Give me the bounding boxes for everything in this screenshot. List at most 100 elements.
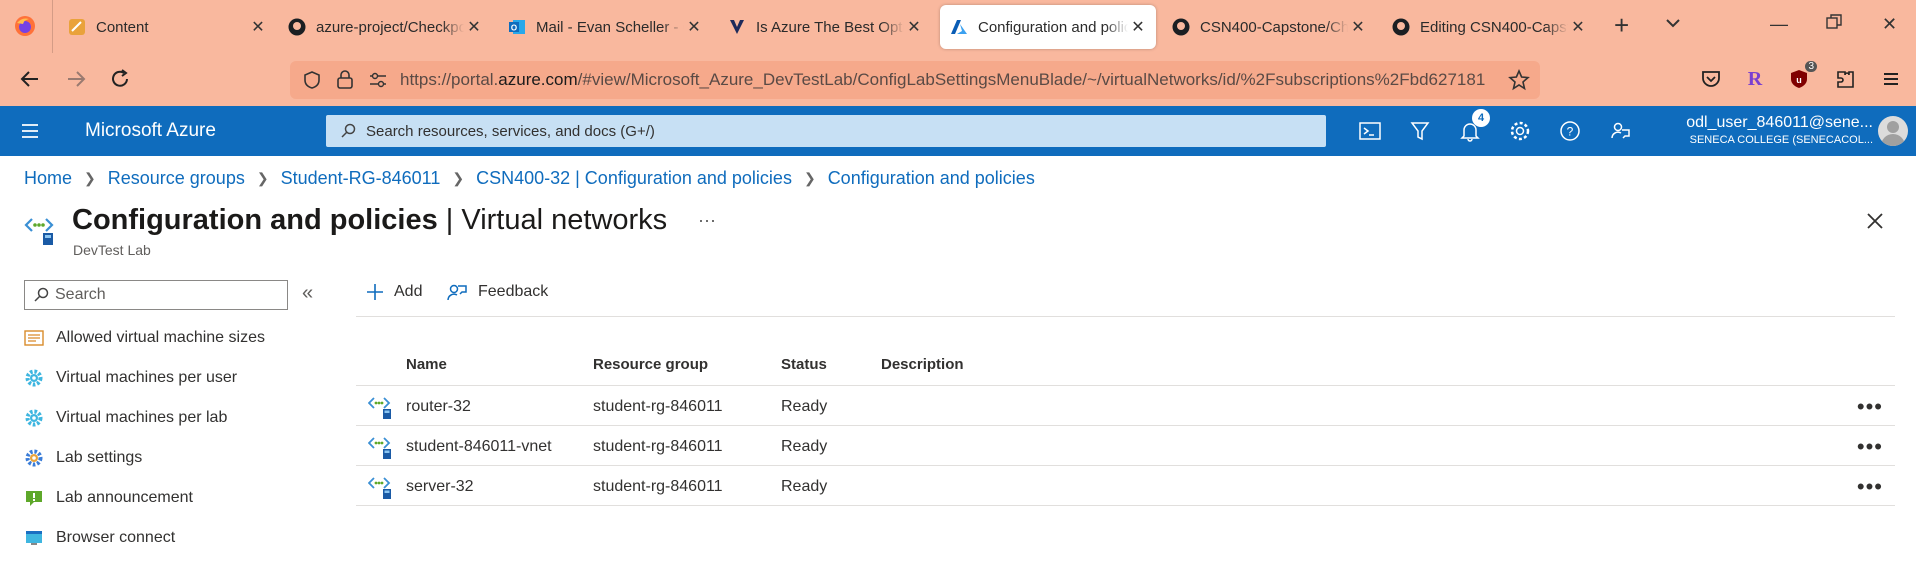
browser-tab-azure-project[interactable]: azure-project/Checkpoint ✕	[288, 5, 484, 49]
extensions-icon[interactable]	[1831, 65, 1859, 93]
more-actions-button[interactable]: ···	[698, 210, 716, 231]
row-more-button[interactable]: •••	[1857, 434, 1883, 460]
row-more-button[interactable]: •••	[1857, 474, 1883, 500]
breadcrumb-config-policies[interactable]: Configuration and policies	[828, 168, 1035, 189]
browser-tab-configuration[interactable]: Configuration and policies ✕	[940, 5, 1156, 49]
url-text[interactable]: https://portal.azure.com/#view/Microsoft…	[400, 70, 1500, 90]
settings-gear-icon[interactable]	[1508, 119, 1532, 143]
chevron-right-icon: ❯	[452, 170, 465, 186]
browser-tab-content[interactable]: Content ✕	[68, 5, 268, 49]
azure-icon	[950, 18, 968, 36]
ublock-icon[interactable]: u 3	[1785, 61, 1817, 93]
sidebar-search-input[interactable]: Search	[24, 280, 288, 310]
page-subtitle: DevTest Lab	[73, 242, 151, 258]
close-blade-button[interactable]	[1865, 211, 1885, 236]
sidebar-item-vms-per-user[interactable]: Virtual machines per user	[24, 368, 237, 388]
close-tab-icon[interactable]: ✕	[1568, 17, 1588, 37]
help-icon[interactable]: ?	[1558, 119, 1582, 143]
page-title-sub: Virtual networks	[461, 204, 668, 236]
bookmark-star-icon[interactable]	[1508, 68, 1530, 96]
virtual-network-icon	[367, 394, 394, 425]
lock-icon[interactable]	[336, 69, 354, 94]
portal-menu-icon[interactable]	[18, 119, 42, 143]
announcement-icon	[24, 488, 44, 508]
new-tab-button[interactable]: +	[1614, 10, 1629, 41]
close-tab-icon[interactable]: ✕	[1128, 17, 1148, 37]
address-bar[interactable]: https://portal.azure.com/#view/Microsoft…	[290, 61, 1540, 99]
list-tabs-button[interactable]	[1664, 14, 1682, 37]
breadcrumb-csn400-config[interactable]: CSN400-32 | Configuration and policies	[476, 168, 792, 189]
row-name[interactable]: student-846011-vnet	[406, 438, 552, 456]
breadcrumb-resource-groups[interactable]: Resource groups	[108, 168, 245, 189]
column-header-resource-group[interactable]: Resource group	[593, 356, 708, 373]
feedback-icon	[446, 282, 468, 302]
chevron-right-icon: ❯	[256, 170, 269, 186]
monitor-icon	[24, 528, 44, 548]
v-icon	[728, 18, 746, 36]
close-tab-icon[interactable]: ✕	[1348, 17, 1368, 37]
sidebar-item-allowed-vm-sizes[interactable]: Allowed virtual machine sizes	[24, 328, 265, 348]
collapse-sidebar-button[interactable]: «	[302, 282, 313, 305]
breadcrumb-student-rg[interactable]: Student-RG-846011	[281, 168, 441, 189]
account-info[interactable]: odl_user_846011@sene... SENECA COLLEGE (…	[1668, 114, 1873, 146]
table-row[interactable]: server-32 student-rg-846011 Ready •••	[356, 466, 1895, 506]
cloud-shell-icon[interactable]	[1358, 119, 1382, 143]
extension-r-icon[interactable]: R	[1741, 65, 1769, 93]
row-name[interactable]: server-32	[406, 478, 474, 496]
close-tab-icon[interactable]: ✕	[904, 17, 924, 37]
virtual-network-icon	[24, 213, 60, 252]
forward-button[interactable]	[62, 65, 90, 93]
azure-brand[interactable]: Microsoft Azure	[85, 120, 216, 142]
notification-count-badge: 4	[1472, 109, 1490, 127]
browser-tab-mail[interactable]: O Mail - Evan Scheller - Outlook ✕	[508, 5, 704, 49]
browser-tab-bar: Content ✕ azure-project/Checkpoint ✕ O M…	[0, 0, 1916, 53]
avatar[interactable]	[1878, 116, 1908, 146]
browser-nav-bar: https://portal.azure.com/#view/Microsoft…	[0, 53, 1916, 106]
content-icon	[68, 18, 86, 36]
close-tab-icon[interactable]: ✕	[248, 17, 268, 37]
sidebar-item-vms-per-lab[interactable]: Virtual machines per lab	[24, 408, 227, 428]
close-tab-icon[interactable]: ✕	[464, 17, 484, 37]
toolbar-divider	[356, 316, 1895, 317]
chevron-right-icon: ❯	[84, 170, 96, 186]
add-button[interactable]: Add	[366, 283, 422, 301]
virtual-network-icon	[367, 474, 394, 505]
notifications-bell-icon[interactable]: 4	[1458, 109, 1490, 143]
feedback-button[interactable]: Feedback	[446, 282, 548, 302]
sidebar-item-lab-settings[interactable]: Lab settings	[24, 448, 142, 468]
close-tab-icon[interactable]: ✕	[684, 17, 704, 37]
global-search-input[interactable]: Search resources, services, and docs (G+…	[326, 115, 1326, 147]
github-icon	[1392, 18, 1410, 36]
firefox-icon[interactable]	[14, 15, 36, 37]
sidebar-item-browser-connect[interactable]: Browser connect	[24, 528, 175, 548]
table-row[interactable]: student-846011-vnet student-rg-846011 Re…	[356, 426, 1895, 466]
back-button[interactable]	[16, 65, 44, 93]
pocket-icon[interactable]	[1697, 65, 1725, 93]
feedback-header-icon[interactable]	[1608, 119, 1632, 143]
row-name[interactable]: router-32	[406, 398, 471, 416]
breadcrumb-home[interactable]: Home	[24, 168, 72, 189]
table-row[interactable]: router-32 student-rg-846011 Ready •••	[356, 386, 1895, 426]
row-status: Ready	[781, 398, 828, 415]
row-more-button[interactable]: •••	[1857, 394, 1883, 420]
github-icon	[1172, 18, 1190, 36]
gear-icon	[24, 408, 44, 428]
column-header-name[interactable]: Name	[406, 356, 447, 373]
svg-text:O: O	[511, 24, 517, 33]
app-menu-icon[interactable]	[1877, 65, 1905, 93]
shield-icon[interactable]	[302, 70, 322, 95]
directory-filter-icon[interactable]	[1408, 119, 1432, 143]
permissions-icon[interactable]	[368, 71, 388, 94]
restore-button[interactable]	[1826, 14, 1842, 35]
browser-tab-csn400-checkpoint[interactable]: CSN400-Capstone/Checkpoint ✕	[1172, 5, 1368, 49]
browser-tab-is-azure[interactable]: Is Azure The Best Option ✕	[728, 5, 924, 49]
close-window-button[interactable]: ✕	[1882, 14, 1897, 35]
reload-button[interactable]	[106, 65, 134, 93]
column-header-status[interactable]: Status	[781, 356, 827, 373]
browser-tab-editing-csn400[interactable]: Editing CSN400-Capstone ✕	[1392, 5, 1588, 49]
minimize-button[interactable]: —	[1770, 14, 1788, 35]
azure-header: Microsoft Azure Search resources, servic…	[0, 106, 1916, 156]
column-header-description[interactable]: Description	[881, 356, 964, 373]
row-resource-group: student-rg-846011	[593, 478, 723, 495]
sidebar-item-lab-announcement[interactable]: Lab announcement	[24, 488, 193, 508]
